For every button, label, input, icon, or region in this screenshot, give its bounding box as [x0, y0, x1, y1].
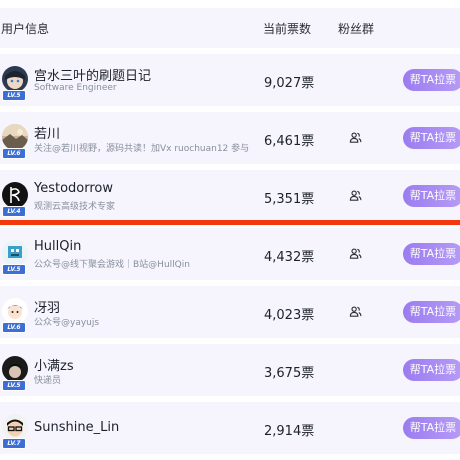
dark-logo-avatar[interactable]: [2, 182, 28, 208]
user-description: 观测云高级技术专家: [34, 202, 116, 212]
user-description: 公众号@yayujs: [34, 318, 100, 328]
level-badge: LV.7: [2, 438, 26, 449]
level-badge: LV.5: [2, 264, 26, 275]
user-name[interactable]: 若川: [34, 123, 60, 142]
vote-count: 5,351票: [264, 192, 315, 207]
glasses-avatar[interactable]: [2, 414, 28, 440]
dark-anime-avatar[interactable]: [2, 356, 28, 382]
vote-for-user-button[interactable]: 帮TA拉票: [403, 359, 460, 381]
table-row: LV.7 Sunshine_Lin 2,914票 帮TA拉票: [0, 402, 460, 454]
vote-for-user-button[interactable]: 帮TA拉票: [403, 301, 460, 323]
table-row: LV.6 若川 关注@若川视野，源码共读！加Vx ruochuan12 参与 6…: [0, 112, 460, 164]
highlight-line: [0, 220, 460, 225]
anime-avatar[interactable]: [2, 66, 28, 92]
vote-for-user-button[interactable]: 帮TA拉票: [403, 417, 460, 439]
vote-count: 3,675票: [264, 366, 315, 381]
user-info-column-header: 用户信息: [1, 22, 50, 36]
user-name[interactable]: Sunshine_Lin: [34, 420, 119, 435]
current-votes-column-header: 当前票数: [263, 22, 312, 36]
level-badge: LV.4: [2, 206, 26, 217]
fan-group-icon[interactable]: [349, 131, 362, 144]
table-row: LV.5 HullQin 公众号@线下聚会游戏｜B站@HullQin 4,432…: [0, 228, 460, 280]
user-description: Software Engineer: [34, 83, 117, 93]
user-description: 快递员: [34, 376, 62, 386]
user-name[interactable]: Yestodorrow: [34, 181, 113, 196]
vote-count: 6,461票: [264, 134, 315, 149]
level-badge: LV.5: [2, 380, 26, 391]
fan-group-column-header: 粉丝群: [338, 22, 375, 36]
vote-count: 4,023票: [264, 308, 315, 323]
user-name[interactable]: HullQin: [34, 239, 81, 254]
user-name[interactable]: 冴羽: [34, 297, 60, 316]
table-row: LV.5 宫水三叶的刷题日记 Software Engineer 9,027票 …: [0, 54, 460, 106]
table-header: 用户信息 当前票数 粉丝群: [0, 8, 460, 48]
level-badge: LV.6: [2, 322, 26, 333]
table-row: LV.6 冴羽 公众号@yayujs 4,023票 帮TA拉票: [0, 286, 460, 338]
vote-for-user-button[interactable]: 帮TA拉票: [403, 69, 460, 91]
level-badge: LV.6: [2, 148, 26, 159]
vote-count: 2,914票: [264, 424, 315, 439]
vote-for-user-button[interactable]: 帮TA拉票: [403, 127, 460, 149]
user-description: 关注@若川视野，源码共读！加Vx ruochuan12 参与: [34, 144, 250, 154]
table-row: LV.4 Yestodorrow 观测云高级技术专家 5,351票 帮TA拉票: [0, 170, 460, 222]
cartoon-avatar[interactable]: [2, 298, 28, 324]
vote-for-user-button[interactable]: 帮TA拉票: [403, 185, 460, 207]
vote-count: 9,027票: [264, 76, 315, 91]
vote-count: 4,432票: [264, 250, 315, 265]
fan-group-icon[interactable]: [349, 305, 362, 318]
pixel-avatar[interactable]: [2, 240, 28, 266]
landscape-avatar[interactable]: [2, 124, 28, 150]
user-description: 公众号@线下聚会游戏｜B站@HullQin: [34, 260, 190, 270]
fan-group-icon[interactable]: [349, 189, 362, 202]
vote-for-user-button[interactable]: 帮TA拉票: [403, 243, 460, 265]
table-row: LV.5 小满zs 快递员 3,675票 帮TA拉票: [0, 344, 460, 396]
user-name[interactable]: 宫水三叶的刷题日记: [34, 65, 151, 84]
fan-group-icon[interactable]: [349, 247, 362, 260]
user-name[interactable]: 小满zs: [34, 355, 74, 374]
level-badge: LV.5: [2, 90, 26, 101]
